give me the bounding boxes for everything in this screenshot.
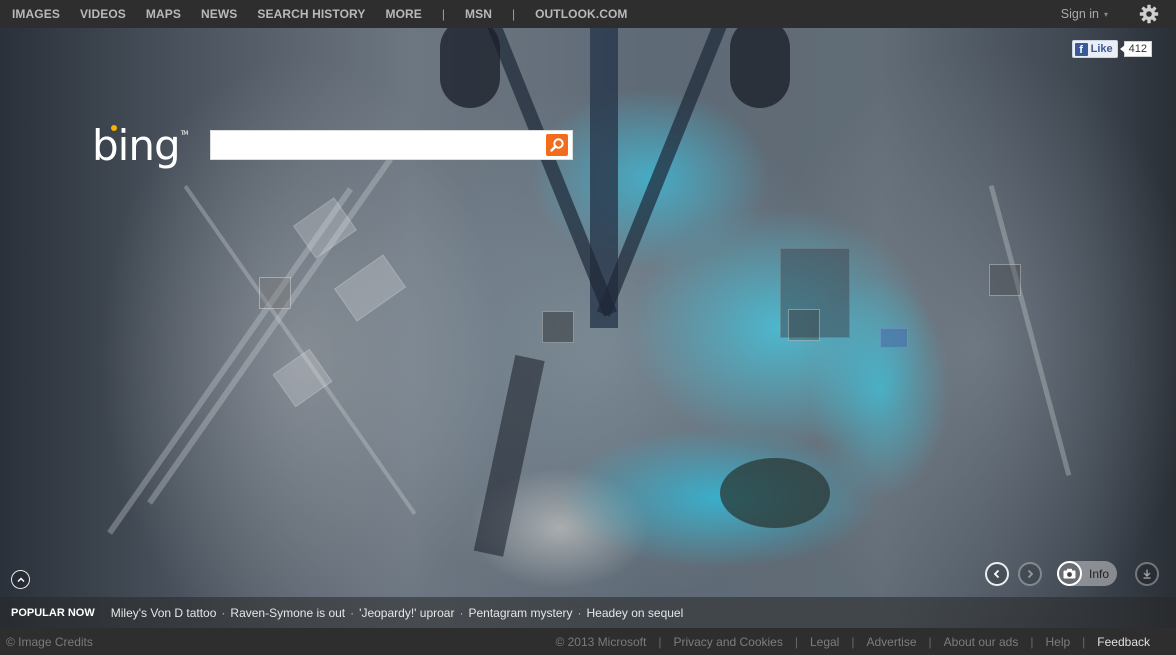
nav-videos[interactable]: VIDEOS — [80, 7, 126, 21]
image-building — [333, 254, 407, 322]
download-icon — [1143, 569, 1151, 579]
popular-now-separator: · — [577, 605, 582, 620]
camera-icon-wrap — [1057, 561, 1082, 586]
popular-now-bar: POPULAR NOW Miley's Von D tattoo · Raven… — [0, 597, 1176, 628]
footer-separator: | — [1030, 634, 1034, 649]
nav-separator: | — [511, 7, 516, 21]
sign-in-label: Sign in — [1060, 7, 1099, 21]
sign-in-button[interactable]: Sign in ▾ — [1061, 7, 1108, 21]
footer-separator: | — [658, 634, 662, 649]
footer-legal-link[interactable]: Legal — [810, 635, 839, 649]
image-building — [293, 197, 357, 259]
gear-icon — [1139, 4, 1159, 24]
image-spire — [440, 28, 500, 108]
popular-now-separator: · — [459, 605, 464, 620]
nav-news[interactable]: NEWS — [201, 7, 237, 21]
image-hotspot-4[interactable] — [989, 264, 1021, 296]
search-box — [210, 130, 573, 160]
image-building — [880, 328, 908, 348]
nav-separator: | — [441, 7, 446, 21]
image-hotspot-1[interactable] — [259, 277, 291, 309]
image-credits-link[interactable]: © Image Credits — [6, 635, 93, 649]
footer-feedback-link[interactable]: Feedback — [1097, 635, 1150, 649]
image-shadow — [473, 354, 545, 557]
settings-button[interactable] — [1136, 1, 1162, 27]
nav-images[interactable]: IMAGES — [12, 7, 60, 21]
top-nav-right: Sign in ▾ — [1061, 0, 1176, 28]
footer-help-link[interactable]: Help — [1045, 635, 1070, 649]
footer-advertise-link[interactable]: Advertise — [866, 635, 916, 649]
footer: © Image Credits © 2013 Microsoft | Priva… — [0, 628, 1176, 655]
nav-msn[interactable]: MSN — [465, 7, 492, 21]
popular-now-list: Miley's Von D tattoo · Raven-Symone is o… — [111, 606, 684, 620]
copyright: © 2013 Microsoft — [555, 634, 647, 649]
image-hotspot-3[interactable] — [788, 309, 820, 341]
image-building — [272, 348, 333, 408]
top-nav-links: IMAGES VIDEOS MAPS NEWS SEARCH HISTORY M… — [12, 7, 648, 21]
camera-icon — [1063, 568, 1076, 579]
popular-now-separator: · — [350, 605, 355, 620]
popular-now-title: POPULAR NOW — [11, 606, 95, 619]
previous-image-button[interactable] — [985, 562, 1009, 586]
popular-now-item[interactable]: Pentagram mystery — [468, 606, 572, 620]
image-spire — [730, 28, 790, 108]
nav-more[interactable]: MORE — [385, 7, 421, 21]
footer-about-ads-link[interactable]: About our ads — [944, 635, 1019, 649]
chevron-up-icon — [16, 576, 25, 582]
footer-separator: | — [851, 634, 855, 649]
trademark: TM — [180, 130, 189, 137]
image-hotspot-2[interactable] — [542, 311, 574, 343]
popular-now-item[interactable]: Headey on sequel — [587, 606, 684, 620]
chevron-left-icon — [993, 569, 1000, 579]
logo-dot — [111, 125, 117, 131]
chevron-right-icon — [1027, 569, 1034, 579]
image-road — [147, 157, 393, 505]
footer-separator: | — [1082, 634, 1086, 649]
info-label: Info — [1089, 566, 1110, 581]
magnifier-icon — [550, 138, 564, 152]
footer-links: © 2013 Microsoft | Privacy and Cookies |… — [555, 628, 1150, 655]
next-image-button[interactable] — [1018, 562, 1042, 586]
caret-down-icon: ▾ — [1103, 9, 1108, 19]
like-label: Like — [1090, 43, 1113, 55]
footer-separator: | — [928, 634, 932, 649]
nav-search-history[interactable]: SEARCH HISTORY — [257, 7, 365, 21]
bing-logo-text: bing — [92, 121, 181, 170]
nav-outlook[interactable]: OUTLOOK.COM — [535, 7, 627, 21]
bing-logo[interactable]: bingTM — [92, 125, 189, 167]
popular-now-item[interactable]: Raven-Symone is out — [230, 606, 345, 620]
search-button[interactable] — [546, 134, 568, 156]
top-nav-bar: IMAGES VIDEOS MAPS NEWS SEARCH HISTORY M… — [0, 0, 1176, 28]
nav-maps[interactable]: MAPS — [146, 7, 181, 21]
footer-privacy-link[interactable]: Privacy and Cookies — [673, 635, 782, 649]
popular-now-item[interactable]: 'Jeopardy!' uproar — [359, 606, 454, 620]
download-image-button[interactable] — [1135, 562, 1159, 586]
footer-separator: | — [794, 634, 798, 649]
search-input[interactable] — [211, 131, 546, 159]
info-button[interactable]: Info — [1057, 561, 1117, 586]
background-image — [0, 28, 1176, 628]
facebook-icon: f — [1074, 42, 1088, 56]
image-road — [988, 184, 1072, 477]
like-count: 412 — [1119, 41, 1152, 57]
facebook-like-widget: f Like 412 — [1071, 40, 1152, 58]
facebook-like-button[interactable]: f Like — [1071, 40, 1118, 58]
collapse-button[interactable] — [11, 570, 30, 589]
image-lake — [720, 458, 830, 528]
popular-now-item[interactable]: Miley's Von D tattoo — [111, 606, 217, 620]
popular-now-separator: · — [221, 605, 226, 620]
